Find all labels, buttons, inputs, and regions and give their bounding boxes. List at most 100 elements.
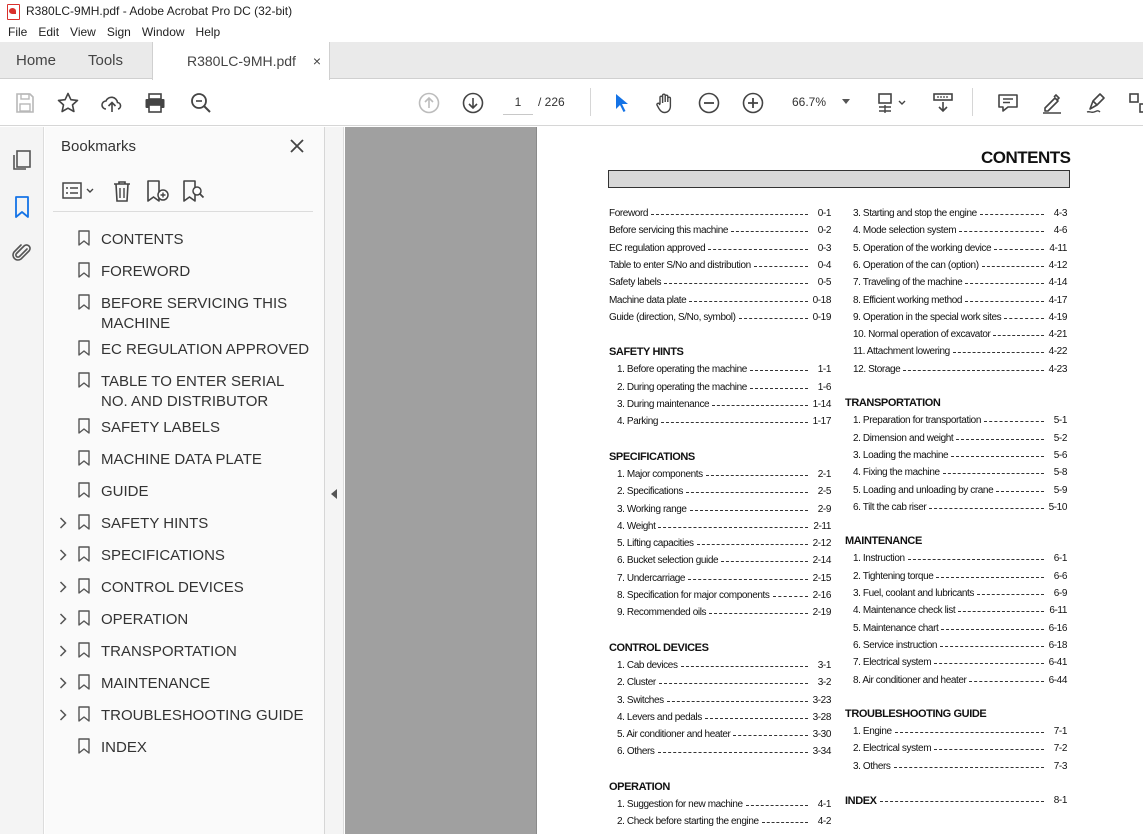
bookmark-item-ec-regulation[interactable]: EC REGULATION APPROVED: [45, 333, 325, 365]
toc-entry[interactable]: 8. Air conditioner and heater 6-44: [845, 674, 1067, 688]
bookmark-item-maintenance[interactable]: MAINTENANCE: [45, 667, 325, 699]
toc-entry[interactable]: 6. Tilt the cab riser 5-10: [845, 501, 1067, 515]
toc-entry[interactable]: 1. Instruction 6-1: [845, 552, 1067, 566]
toc-entry[interactable]: 5. Maintenance chart 6-16: [845, 622, 1067, 636]
chevron-right-icon[interactable]: [59, 644, 67, 657]
chevron-right-icon[interactable]: [59, 612, 67, 625]
zoom-search-icon[interactable]: [189, 91, 213, 115]
zoom-in-icon[interactable]: [741, 91, 765, 115]
highlight-pen-icon[interactable]: [1040, 91, 1064, 115]
toc-entry[interactable]: 5. Loading and unloading by crane 5-9: [845, 484, 1067, 498]
toc-entry[interactable]: Safety labels 0-5: [609, 276, 831, 290]
toc-entry[interactable]: 4. Parking 1-17: [609, 415, 831, 429]
menu-help[interactable]: Help: [196, 25, 221, 39]
bookmark-item-before-servicing[interactable]: BEFORE SERVICING THIS MACHINE: [45, 287, 325, 333]
zoom-level-select[interactable]: 66.7%: [786, 90, 856, 114]
tab-document[interactable]: R380LC-9MH.pdf ×: [152, 42, 330, 80]
toc-entry[interactable]: 4. Levers and pedals 3-28: [609, 711, 831, 725]
chevron-right-icon[interactable]: [59, 516, 67, 529]
toc-entry[interactable]: 9. Operation in the special work sites 4-…: [845, 311, 1067, 325]
bookmark-item-index[interactable]: INDEX: [45, 731, 325, 763]
toc-entry[interactable]: 12. Storage 4-23: [845, 363, 1067, 377]
toc-entry[interactable]: 6. Operation of the can (option) 4-12: [845, 259, 1067, 273]
chevron-right-icon[interactable]: [59, 708, 67, 721]
toc-entry[interactable]: 7. Traveling of the machine 4-14: [845, 276, 1067, 290]
toc-entry[interactable]: 6. Bucket selection guide 2-14: [609, 554, 831, 568]
toc-entry[interactable]: 3. Working range 2-9: [609, 503, 831, 517]
toc-entry[interactable]: 6. Others 3-34: [609, 745, 831, 759]
cloud-upload-icon[interactable]: [100, 91, 124, 115]
toc-entry[interactable]: 10. Normal operation of excavator 4-21: [845, 328, 1067, 342]
save-icon[interactable]: [13, 91, 37, 115]
document-viewport[interactable]: CONTENTS Foreword 0-1 Before servicing thi…: [345, 127, 1143, 834]
toc-entry[interactable]: 1. Before operating the machine 1-1: [609, 363, 831, 377]
more-tools-icon[interactable]: [1127, 91, 1143, 115]
toc-entry[interactable]: 4. Fixing the machine 5-8: [845, 466, 1067, 480]
delete-bookmark-icon[interactable]: [110, 179, 134, 203]
bookmark-item-machine-data-plate[interactable]: MACHINE DATA PLATE: [45, 443, 325, 475]
toc-entry[interactable]: 1. Preparation for transportation 5-1: [845, 414, 1067, 428]
chevron-right-icon[interactable]: [59, 676, 67, 689]
toc-entry[interactable]: 1. Major components 2-1: [609, 468, 831, 482]
toc-entry[interactable]: Before servicing this machine 0-2: [609, 224, 831, 238]
toc-entry[interactable]: 2. Check before starting the engine 4-2: [609, 815, 831, 829]
find-bookmark-icon[interactable]: [181, 179, 207, 203]
toc-entry[interactable]: 5. Operation of the working device 4-11: [845, 242, 1067, 256]
select-cursor-icon[interactable]: [610, 91, 634, 115]
toc-entry[interactable]: 3. Loading the machine 5-6: [845, 449, 1067, 463]
toc-entry[interactable]: 6. Service instruction 6-18: [845, 639, 1067, 653]
toc-entry[interactable]: 3. Starting and stop the engine 4-3: [845, 207, 1067, 221]
fit-page-icon[interactable]: [875, 91, 909, 115]
bookmark-item-foreword[interactable]: FOREWORD: [45, 255, 325, 287]
bookmark-item-guide[interactable]: GUIDE: [45, 475, 325, 507]
scroll-mode-icon[interactable]: [931, 91, 955, 115]
menu-sign[interactable]: Sign: [107, 25, 131, 39]
toc-entry[interactable]: 5. Air conditioner and heater 3-30: [609, 728, 831, 742]
toc-entry[interactable]: 3. Fuel, coolant and lubricants 6-9: [845, 587, 1067, 601]
toc-entry[interactable]: 3. Others 7-3: [845, 760, 1067, 774]
close-tab-icon[interactable]: ×: [313, 53, 321, 69]
toc-entry[interactable]: 8. Specification for major components 2-1…: [609, 589, 831, 603]
bookmark-options-icon[interactable]: [61, 179, 97, 203]
toc-entry[interactable]: Machine data plate 0-18: [609, 294, 831, 308]
toc-entry[interactable]: Foreword 0-1: [609, 207, 831, 221]
tab-tools[interactable]: Tools: [88, 42, 123, 79]
toc-entry[interactable]: 3. Switches 3-23: [609, 694, 831, 708]
menu-window[interactable]: Window: [142, 25, 185, 39]
toc-entry[interactable]: 2. Tightening torque 6-6: [845, 570, 1067, 584]
toc-entry[interactable]: 3. During maintenance 1-14: [609, 398, 831, 412]
hand-tool-icon[interactable]: [653, 91, 677, 115]
bookmark-item-contents[interactable]: CONTENTS: [45, 223, 325, 255]
chevron-right-icon[interactable]: [59, 580, 67, 593]
toc-entry[interactable]: 4. Maintenance check list 6-11: [845, 604, 1067, 618]
bookmark-item-safety-labels[interactable]: SAFETY LABELS: [45, 411, 325, 443]
toc-entry[interactable]: 2. During operating the machine 1-6: [609, 381, 831, 395]
toc-entry[interactable]: 5. Lifting capacities 2-12: [609, 537, 831, 551]
toc-entry[interactable]: Table to enter S/No and distribution 0-4: [609, 259, 831, 273]
toc-entry[interactable]: 1. Suggestion for new machine 4-1: [609, 798, 831, 812]
print-icon[interactable]: [143, 91, 167, 115]
toc-entry[interactable]: 1. Cab devices 3-1: [609, 659, 831, 673]
toc-entry[interactable]: Guide (direction, S/No, symbol) 0-19: [609, 311, 831, 325]
toc-entry[interactable]: EC regulation approved 0-3: [609, 242, 831, 256]
toc-entry[interactable]: 7. Undercarriage 2-15: [609, 572, 831, 586]
panel-collapse-handle[interactable]: [325, 127, 344, 834]
chevron-right-icon[interactable]: [59, 548, 67, 561]
close-icon[interactable]: [288, 137, 306, 155]
paperclip-icon[interactable]: [10, 241, 34, 265]
bookmark-item-specifications[interactable]: SPECIFICATIONS: [45, 539, 325, 571]
toc-entry[interactable]: 4. Mode selection system 4-6: [845, 224, 1067, 238]
toc-entry[interactable]: 9. Recommended oils 2-19: [609, 606, 831, 620]
tab-home[interactable]: Home: [16, 42, 56, 79]
toc-entry[interactable]: 7. Electrical system 6-41: [845, 656, 1067, 670]
new-bookmark-icon[interactable]: [145, 179, 171, 203]
page-number-input[interactable]: [503, 89, 533, 115]
bookmark-item-safety-hints[interactable]: SAFETY HINTS: [45, 507, 325, 539]
bookmark-item-operation[interactable]: OPERATION: [45, 603, 325, 635]
bookmark-item-control-devices[interactable]: CONTROL DEVICES: [45, 571, 325, 603]
toc-entry[interactable]: 4. Weight 2-11: [609, 520, 831, 534]
zoom-out-icon[interactable]: [697, 91, 721, 115]
menu-view[interactable]: View: [70, 25, 96, 39]
menu-file[interactable]: File: [8, 25, 27, 39]
star-icon[interactable]: [56, 91, 80, 115]
